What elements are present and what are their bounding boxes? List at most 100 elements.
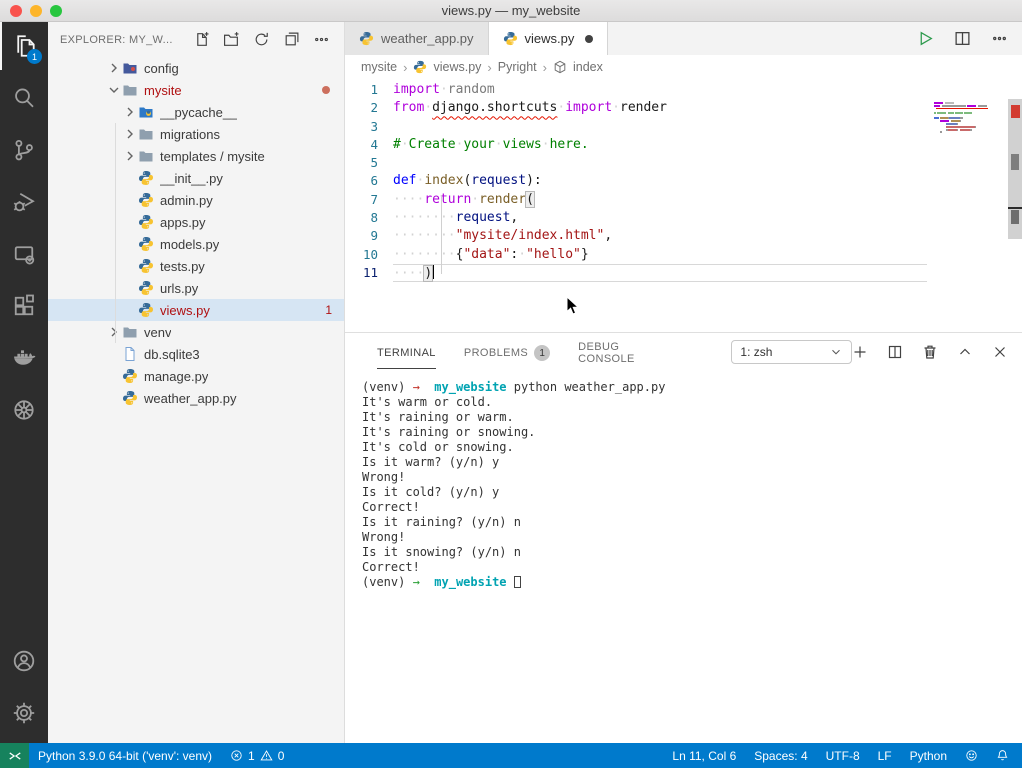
encoding-status[interactable]: UTF-8 [817, 743, 869, 768]
more-actions-icon[interactable] [991, 30, 1008, 47]
python-interpreter-status[interactable]: Python 3.9.0 64-bit ('venv': venv) [29, 743, 221, 768]
minimap[interactable] [934, 102, 1006, 134]
tree-item-label: apps.py [160, 215, 206, 230]
tree-item-tests-py[interactable]: tests.py [48, 255, 344, 277]
problems-status[interactable]: 1 0 [221, 743, 293, 768]
breadcrumb-item[interactable]: Pyright [498, 60, 537, 74]
indent-guide [441, 195, 442, 274]
zoom-window-button[interactable] [50, 5, 62, 17]
feedback-icon[interactable] [956, 743, 987, 768]
editor-scrollbar[interactable] [1008, 79, 1022, 356]
new-folder-icon[interactable] [223, 31, 240, 48]
chevron-placeholder [106, 368, 122, 384]
tab-label: weather_app.py [381, 31, 474, 46]
tree-item-config[interactable]: config [48, 57, 344, 79]
chevron-right-icon[interactable] [106, 324, 122, 340]
code-line-8[interactable]: 8········request, [345, 209, 1022, 227]
tab-problems[interactable]: PROBLEMS 1 [464, 334, 550, 370]
terminal-line: Wrong! [362, 530, 1022, 545]
code-line-1[interactable]: 1import·random [345, 81, 1022, 99]
tree-item-apps-py[interactable]: apps.py [48, 211, 344, 233]
tree-item-admin-py[interactable]: admin.py [48, 189, 344, 211]
run-python-file-icon[interactable] [917, 30, 934, 47]
run-and-debug-icon[interactable] [0, 178, 48, 226]
breadcrumb-item[interactable]: index [573, 60, 603, 74]
chevron-down-icon[interactable] [106, 82, 122, 98]
more-actions-icon[interactable] [313, 31, 330, 48]
code-line-10[interactable]: 10········{"data":·"hello"} [345, 246, 1022, 264]
tree-item-models-py[interactable]: models.py [48, 233, 344, 255]
breadcrumb-separator: › [403, 60, 407, 75]
code-line-11[interactable]: 11····) [345, 264, 1022, 282]
new-terminal-icon[interactable] [852, 344, 868, 360]
maximize-panel-icon[interactable] [957, 344, 973, 360]
code-line-9[interactable]: 9········"mysite/index.html", [345, 227, 1022, 245]
breadcrumb-item[interactable]: mysite [361, 60, 397, 74]
refresh-icon[interactable] [253, 31, 270, 48]
split-terminal-icon[interactable] [887, 344, 903, 360]
tab-debug-console[interactable]: DEBUG CONSOLE [578, 330, 647, 374]
tree-item--pycache-[interactable]: __pycache__ [48, 101, 344, 123]
tree-item-views-py[interactable]: views.py1 [48, 299, 344, 321]
tree-item-manage-py[interactable]: manage.py [48, 365, 344, 387]
eol-status[interactable]: LF [869, 743, 901, 768]
python-file-icon [503, 31, 518, 46]
kubernetes-icon[interactable] [0, 386, 48, 434]
docker-icon[interactable] [0, 334, 48, 382]
code-line-6[interactable]: 6def·index(request): [345, 172, 1022, 190]
remote-explorer-icon[interactable] [0, 230, 48, 278]
terminal-line: Correct! [362, 500, 1022, 515]
folder-icon [138, 104, 154, 120]
tree-item-label: mysite [144, 83, 182, 98]
close-window-button[interactable] [10, 5, 22, 17]
tab-terminal[interactable]: TERMINAL [377, 336, 436, 369]
code-line-3[interactable]: 3 [345, 118, 1022, 136]
settings-gear-icon[interactable] [0, 689, 48, 737]
panel-header: TERMINAL PROBLEMS 1 DEBUG CONSOLE 1: zsh [345, 333, 1022, 371]
close-panel-icon[interactable] [992, 344, 1008, 360]
new-file-icon[interactable] [193, 31, 210, 48]
kill-terminal-icon[interactable] [922, 344, 938, 360]
code-line-2[interactable]: 2from·django.shortcuts·import·render [345, 99, 1022, 117]
tab-views[interactable]: views.py [489, 22, 609, 55]
tab-weather-app[interactable]: weather_app.py [345, 22, 489, 55]
search-icon[interactable] [0, 74, 48, 122]
terminal-line: Correct! [362, 560, 1022, 575]
minimize-window-button[interactable] [30, 5, 42, 17]
error-count: 1 [248, 749, 255, 763]
indentation-status[interactable]: Spaces: 4 [745, 743, 816, 768]
code-line-7[interactable]: 7····return·render( [345, 191, 1022, 209]
cursor-position-status[interactable]: Ln 11, Col 6 [663, 743, 745, 768]
collapse-folders-icon[interactable] [283, 31, 300, 48]
language-mode-status[interactable]: Python [901, 743, 956, 768]
chevron-right-icon[interactable] [122, 148, 138, 164]
tree-item-weather-app-py[interactable]: weather_app.py [48, 387, 344, 409]
tree-item-urls-py[interactable]: urls.py [48, 277, 344, 299]
notifications-bell-icon[interactable] [987, 743, 1018, 768]
python-file-icon [138, 214, 154, 230]
code-line-5[interactable]: 5 [345, 154, 1022, 172]
tree-item-mysite[interactable]: mysite [48, 79, 344, 101]
breadcrumb-item[interactable]: views.py [433, 60, 481, 74]
source-control-icon[interactable] [0, 126, 48, 174]
explorer-icon[interactable]: 1 [0, 22, 48, 70]
account-icon[interactable] [0, 637, 48, 685]
chevron-right-icon[interactable] [106, 60, 122, 76]
tree-item-db-sqlite3[interactable]: db.sqlite3 [48, 343, 344, 365]
tree-item--init-py[interactable]: __init__.py [48, 167, 344, 189]
modified-dot-icon[interactable] [585, 35, 593, 43]
terminal-output[interactable]: (venv) → my_website python weather_app.p… [345, 371, 1022, 590]
tree-item-templates-mysite[interactable]: templates / mysite [48, 145, 344, 167]
code-editor[interactable]: 1import·random2from·django.shortcuts·imp… [345, 79, 1022, 356]
chevron-right-icon[interactable] [122, 104, 138, 120]
split-editor-icon[interactable] [954, 30, 971, 47]
extensions-icon[interactable] [0, 282, 48, 330]
tree-item-venv[interactable]: venv [48, 321, 344, 343]
tree-item-migrations[interactable]: migrations [48, 123, 344, 145]
chevron-right-icon[interactable] [122, 126, 138, 142]
tree-item-label: weather_app.py [144, 391, 237, 406]
terminal-shell-select[interactable]: 1: zsh [731, 340, 852, 364]
code-line-4[interactable]: 4#·Create·your·views·here. [345, 136, 1022, 154]
remote-indicator-icon[interactable] [0, 743, 29, 768]
breadcrumb-separator: › [487, 60, 491, 75]
